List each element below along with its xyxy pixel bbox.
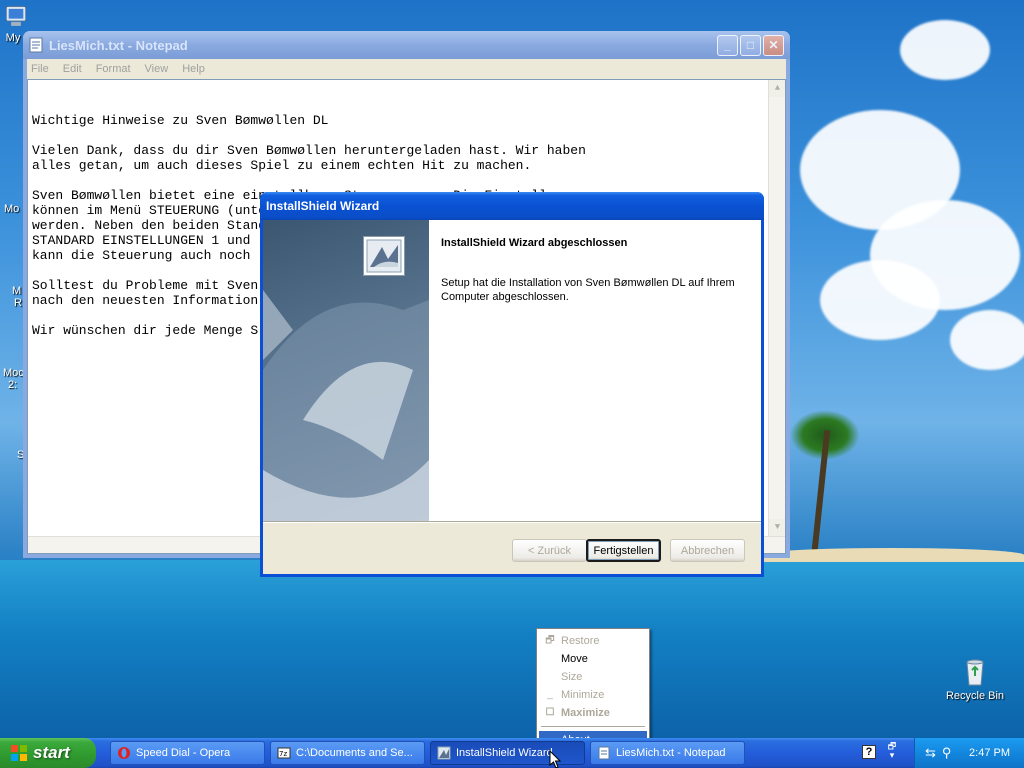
back-button[interactable]: < Zurück (512, 539, 587, 562)
network-icon[interactable]: ⇆ (925, 745, 936, 761)
notepad-titlebar[interactable]: LiesMich.txt - Notepad _ □ ✕ (23, 31, 790, 59)
scroll-down-arrow-icon[interactable]: ▼ (769, 519, 785, 536)
wallpaper-sea (0, 560, 1024, 740)
wallpaper-cloud (950, 310, 1024, 370)
finish-button[interactable]: Fertigstellen (586, 539, 661, 562)
taskbar-item-opera[interactable]: Speed Dial - Opera (110, 741, 265, 765)
menu-item-size[interactable]: Size (539, 668, 647, 686)
vertical-scrollbar[interactable]: ▲ ▼ (768, 80, 785, 553)
menu-help[interactable]: Help (182, 63, 205, 75)
notepad-icon (597, 746, 611, 760)
start-button[interactable]: start (0, 738, 96, 768)
desktop-icon-label: My (5, 32, 21, 44)
archive-icon: 7z (277, 746, 291, 760)
menu-item-move[interactable]: Move (539, 650, 647, 668)
wizard-content-panel: InstallShield Wizard abgeschlossen Setup… (429, 220, 761, 521)
notepad-menubar: File Edit Format View Help (27, 59, 786, 79)
desktop-icon-label[interactable]: 2: (8, 379, 17, 391)
wallpaper-cloud (820, 260, 940, 340)
recycle-bin-label: Recycle Bin (945, 690, 1005, 702)
notepad-icon (29, 37, 43, 53)
wizard-side-banner (263, 220, 429, 521)
minimize-button[interactable]: _ (717, 34, 738, 56)
menu-format[interactable]: Format (96, 63, 131, 75)
menu-view[interactable]: View (145, 63, 169, 75)
windows-logo-icon (11, 745, 27, 761)
maximize-icon: □ (746, 38, 755, 52)
clock[interactable]: 2:47 PM (969, 747, 1010, 759)
taskbar-item-notepad[interactable]: LiesMich.txt - Notepad (590, 741, 745, 765)
maximize-icon: ☐ (545, 707, 555, 718)
menu-item-maximize[interactable]: ☐ Maximize (539, 704, 647, 722)
menu-item-label: Restore (561, 635, 600, 647)
scroll-up-arrow-icon[interactable]: ▲ (769, 80, 785, 97)
desktop-icon-my-computer[interactable]: My (2, 4, 27, 44)
computer-icon (5, 6, 27, 26)
recycle-bin-icon (966, 659, 984, 686)
desktop-icon-label[interactable]: Mo (4, 203, 19, 215)
opera-icon (117, 746, 131, 760)
desktop-icon-label[interactable]: R (14, 297, 22, 309)
taskbar-item-label: LiesMich.txt - Notepad (616, 747, 726, 759)
menu-item-label: Minimize (561, 689, 605, 701)
menu-edit[interactable]: Edit (63, 63, 82, 75)
minimize-icon: _ (547, 689, 553, 700)
close-icon: ✕ (768, 38, 779, 52)
menu-item-label: Size (561, 671, 583, 683)
cancel-button[interactable]: Abbrechen (670, 539, 745, 562)
wallpaper-island (760, 548, 1024, 562)
taskbar-item-label: InstallShield Wizard (456, 747, 553, 759)
start-label: start (33, 743, 70, 762)
maximize-button[interactable]: □ (740, 34, 761, 56)
svg-text:7z: 7z (279, 750, 287, 758)
wizard-titlebar[interactable]: InstallShield Wizard (260, 192, 764, 220)
restore-icon: 🗗 (545, 635, 555, 646)
wizard-body: InstallShield Wizard abgeschlossen Setup… (263, 220, 761, 574)
menu-item-label: Move (561, 653, 588, 665)
notepad-title: LiesMich.txt - Notepad (49, 37, 188, 53)
taskbar-item-label: C:\Documents and Se... (296, 747, 413, 759)
menu-file[interactable]: File (31, 63, 49, 75)
menu-item-restore[interactable]: 🗗 Restore (539, 632, 647, 650)
system-tray: ⇆ ⚲ 2:47 PM (914, 738, 1024, 768)
installshield-icon (437, 746, 451, 760)
close-button[interactable]: ✕ (763, 34, 784, 56)
help-icon[interactable]: ? (862, 745, 876, 759)
installshield-logo-icon (363, 236, 405, 276)
wizard-heading: InstallShield Wizard abgeschlossen (441, 237, 628, 249)
menu-item-minimize[interactable]: _ Minimize (539, 686, 647, 704)
taskbar-item-label: Speed Dial - Opera (136, 747, 231, 759)
wizard-separator (263, 521, 761, 523)
wizard-title: InstallShield Wizard (266, 199, 380, 213)
wallpaper-cloud (900, 20, 990, 80)
taskbar-item-explorer[interactable]: 7z C:\Documents and Se... (270, 741, 425, 765)
mouse-cursor-icon (549, 750, 562, 768)
desktop-icon-label[interactable]: Moc (3, 367, 24, 379)
restore-arrows-icon[interactable]: 🗗 ▾ (886, 742, 898, 762)
search-icon[interactable]: ⚲ (942, 745, 952, 761)
desktop-icon-recycle-bin[interactable]: Recycle Bin (944, 656, 1006, 702)
desktop-icon-label[interactable]: M (12, 285, 21, 297)
minimize-icon: _ (724, 38, 731, 52)
wizard-message: Setup hat die Installation von Sven Bømw… (441, 277, 735, 303)
menu-item-label: Maximize (561, 707, 610, 719)
menu-separator (541, 726, 645, 727)
installshield-wizard-window[interactable]: InstallShield Wizard InstallShield Wizar… (260, 192, 764, 577)
